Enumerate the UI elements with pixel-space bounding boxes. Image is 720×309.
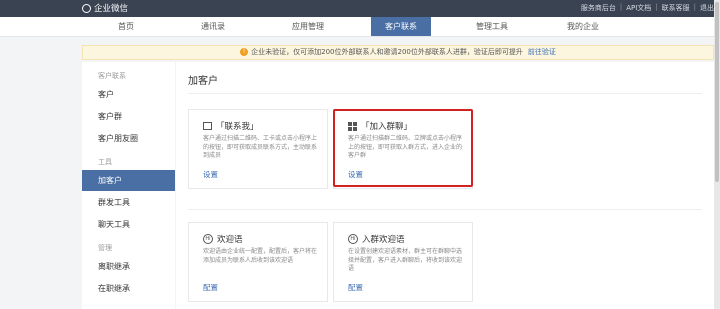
nav-management-tools[interactable]: 管理工具: [462, 17, 522, 36]
divider: [188, 93, 702, 94]
service-provider-link[interactable]: 服务商后台: [581, 3, 616, 13]
contact-me-icon: [203, 122, 212, 130]
sidebar-item-moments[interactable]: 客户朋友圈: [82, 128, 175, 149]
card-description: 在设置创建欢迎语素材，群主可在群聊中选择并配置，客户进入群聊后，将收到该欢迎语: [348, 248, 463, 272]
logo[interactable]: 企业微信: [82, 2, 128, 14]
logo-icon: [82, 3, 91, 13]
card-title-text: 入群欢迎语: [362, 235, 405, 245]
api-docs-link[interactable]: API文档: [626, 3, 651, 13]
nav-apps[interactable]: 应用管理: [278, 17, 338, 36]
nav-home[interactable]: 首页: [96, 17, 156, 36]
contact-me-setup-link[interactable]: 设置: [203, 169, 218, 180]
sidebar-item-customers[interactable]: 客户: [82, 84, 175, 105]
sidebar-group-tools: 工具: [98, 158, 112, 166]
verification-banner: ! 企业未验证，仅可添加200位外部联系人和邀请200位外部联系人进群，验证后即可…: [82, 45, 714, 60]
card-title-text: 欢迎语: [217, 235, 243, 245]
sidebar-item-customer-groups[interactable]: 客户群: [82, 106, 175, 127]
group-welcome-config-link[interactable]: 配置: [348, 282, 363, 293]
sidebar-group-customer: 客户联系: [98, 72, 126, 80]
sidebar-group-manage: 管理: [98, 244, 112, 252]
card-title: Hi 入群欢迎语: [348, 233, 405, 245]
top-links: 服务商后台 | API文档 | 联系客服 | 退出: [581, 3, 714, 13]
top-bar: 企业微信 服务商后台 | API文档 | 联系客服 | 退出: [0, 0, 720, 17]
group-welcome-icon: Hi: [348, 234, 358, 244]
scrollbar-thumb[interactable]: [715, 2, 719, 182]
sidebar: 客户联系 客户 客户群 客户朋友圈 工具 加客户 群发工具 聊天工具 管理 离职…: [82, 62, 175, 309]
card-description: 欢迎语由企业统一配置，配置后，客户将在添加成员为联系人后收到该欢迎语: [203, 248, 318, 264]
separator: |: [619, 3, 623, 11]
sidebar-item-active-inherit[interactable]: 在职继承: [82, 278, 175, 299]
contact-support-link[interactable]: 联系客服: [662, 3, 690, 13]
nav-customer-contact[interactable]: 客户联系: [371, 17, 431, 36]
verify-link[interactable]: 前往验证: [528, 48, 556, 56]
separator: |: [693, 3, 696, 11]
page-title: 加客户: [188, 76, 218, 87]
welcome-config-link[interactable]: 配置: [203, 282, 218, 293]
separator: |: [655, 3, 658, 11]
logout-link[interactable]: 退出: [700, 3, 714, 13]
logo-text: 企业微信: [94, 4, 129, 14]
card-description: 客户通过扫描二维码、工卡或点击小程序上的按钮，即可获取成员联系方式，主动联系到成…: [203, 135, 318, 159]
highlight-box: [333, 109, 473, 187]
nav-contacts[interactable]: 通讯录: [183, 17, 243, 36]
scrollbar[interactable]: [714, 0, 720, 309]
card-title: Hi 欢迎语: [203, 233, 243, 245]
sidebar-item-mass-send[interactable]: 群发工具: [82, 192, 175, 213]
sidebar-item-chat-tools[interactable]: 聊天工具: [82, 214, 175, 235]
card-welcome-message: Hi 欢迎语 欢迎语由企业统一配置，配置后，客户将在添加成员为联系人后收到该欢迎…: [188, 222, 328, 302]
sidebar-item-resigned-inherit[interactable]: 离职继承: [82, 256, 175, 277]
welcome-icon: Hi: [203, 234, 213, 244]
sidebar-item-add-customer[interactable]: 加客户: [82, 170, 175, 191]
divider: [188, 209, 702, 210]
warning-icon: !: [240, 48, 249, 56]
card-title: 「联系我」: [203, 120, 259, 132]
main-nav: 首页 通讯录 应用管理 客户联系 管理工具 我的企业: [0, 17, 720, 37]
card-group-welcome: Hi 入群欢迎语 在设置创建欢迎语素材，群主可在群聊中选择并配置，客户进入群聊后…: [333, 222, 473, 302]
card-title-text: 「联系我」: [216, 122, 259, 132]
card-contact-me: 「联系我」 客户通过扫描二维码、工卡或点击小程序上的按钮，即可获取成员联系方式，…: [188, 109, 328, 189]
banner-text: 企业未验证，仅可添加200位外部联系人和邀请200位外部联系人进群，验证后即可提…: [251, 48, 523, 56]
nav-my-company[interactable]: 我的企业: [553, 17, 613, 36]
